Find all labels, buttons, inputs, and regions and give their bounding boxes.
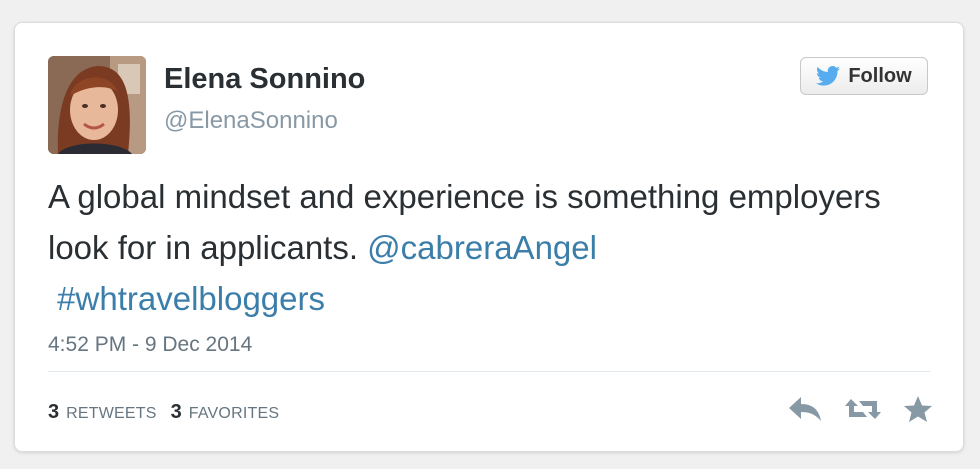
tweet-text: A global mindset and experience is somet… [48, 171, 908, 324]
tweet-card: Elena Sonnino @ElenaSonnino Follow A glo… [14, 22, 964, 452]
retweets-label: RETWEETS [66, 405, 157, 422]
hashtag-link[interactable]: #whtravelbloggers [57, 280, 325, 317]
author-display-name[interactable]: Elena Sonnino [164, 63, 365, 96]
twitter-bird-icon [816, 66, 841, 86]
retweets-count: 3 [48, 401, 60, 423]
follow-button[interactable]: Follow [800, 57, 928, 95]
tweet-timestamp[interactable]: 4:52 PM - 9 Dec 2014 [48, 333, 252, 357]
divider [48, 371, 930, 372]
author-handle[interactable]: @ElenaSonnino [164, 107, 338, 135]
mention-link[interactable]: @cabreraAngel [367, 229, 597, 266]
favorite-star-icon[interactable] [903, 395, 933, 423]
tweet-actions [787, 395, 933, 423]
favorites-stat[interactable]: 3 FAVORITES [171, 401, 280, 424]
tweet-stats: 3 RETWEETS 3 FAVORITES [48, 401, 279, 424]
retweet-icon[interactable] [843, 395, 883, 423]
avatar-image [48, 56, 146, 154]
reply-icon[interactable] [787, 395, 823, 423]
retweets-stat[interactable]: 3 RETWEETS [48, 401, 157, 424]
favorites-count: 3 [170, 401, 182, 423]
follow-button-label: Follow [848, 64, 912, 87]
favorites-label: FAVORITES [188, 405, 280, 422]
avatar[interactable] [48, 56, 146, 154]
